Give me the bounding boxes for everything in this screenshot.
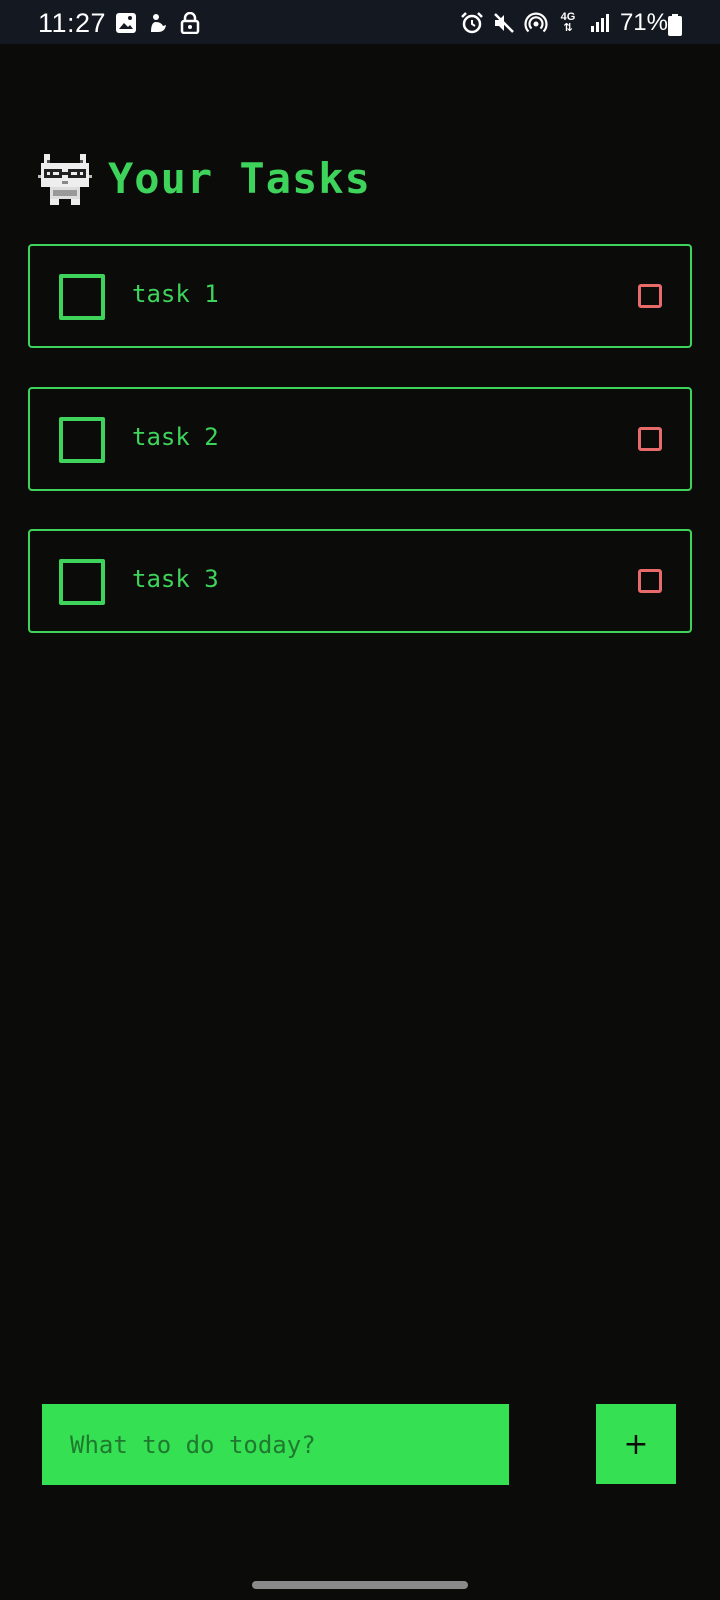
gallery-icon: [114, 11, 138, 35]
page-title: Your Tasks: [108, 153, 371, 203]
status-bar: 11:27 4G ⇅ 71%: [0, 0, 720, 44]
mute-icon: [492, 11, 516, 35]
task-checkbox[interactable]: [59, 417, 105, 463]
status-left-icons: [114, 11, 202, 35]
task-card: task 3: [28, 529, 692, 633]
signal-icon: [588, 11, 612, 35]
home-indicator[interactable]: [252, 1581, 468, 1589]
delete-task-button[interactable]: [638, 427, 662, 451]
task-label: task 3: [132, 565, 219, 593]
task-label: task 1: [132, 280, 219, 308]
delete-task-button[interactable]: [638, 284, 662, 308]
pixel-cat-icon: [38, 151, 92, 205]
task-card: task 1: [28, 244, 692, 348]
task-checkbox[interactable]: [59, 274, 105, 320]
task-checkbox[interactable]: [59, 559, 105, 605]
network-4g-icon: 4G ⇅: [556, 11, 580, 35]
battery-icon: [668, 14, 682, 36]
alarm-icon: [460, 11, 484, 35]
battery-percent: 71%: [619, 9, 668, 36]
hotspot-icon: [524, 11, 548, 35]
data-arrows-icon: ⇅: [563, 22, 573, 34]
status-right-icons: 4G ⇅ 71%: [460, 9, 668, 37]
status-time: 11:27: [38, 8, 107, 38]
lock-icon: [178, 11, 202, 35]
header: Your Tasks: [38, 148, 371, 208]
task-label: task 2: [132, 423, 219, 451]
notification-icon: [146, 11, 170, 35]
task-card: task 2: [28, 387, 692, 491]
new-task-input[interactable]: [42, 1404, 509, 1485]
delete-task-button[interactable]: [638, 569, 662, 593]
add-task-button[interactable]: +: [596, 1404, 676, 1484]
